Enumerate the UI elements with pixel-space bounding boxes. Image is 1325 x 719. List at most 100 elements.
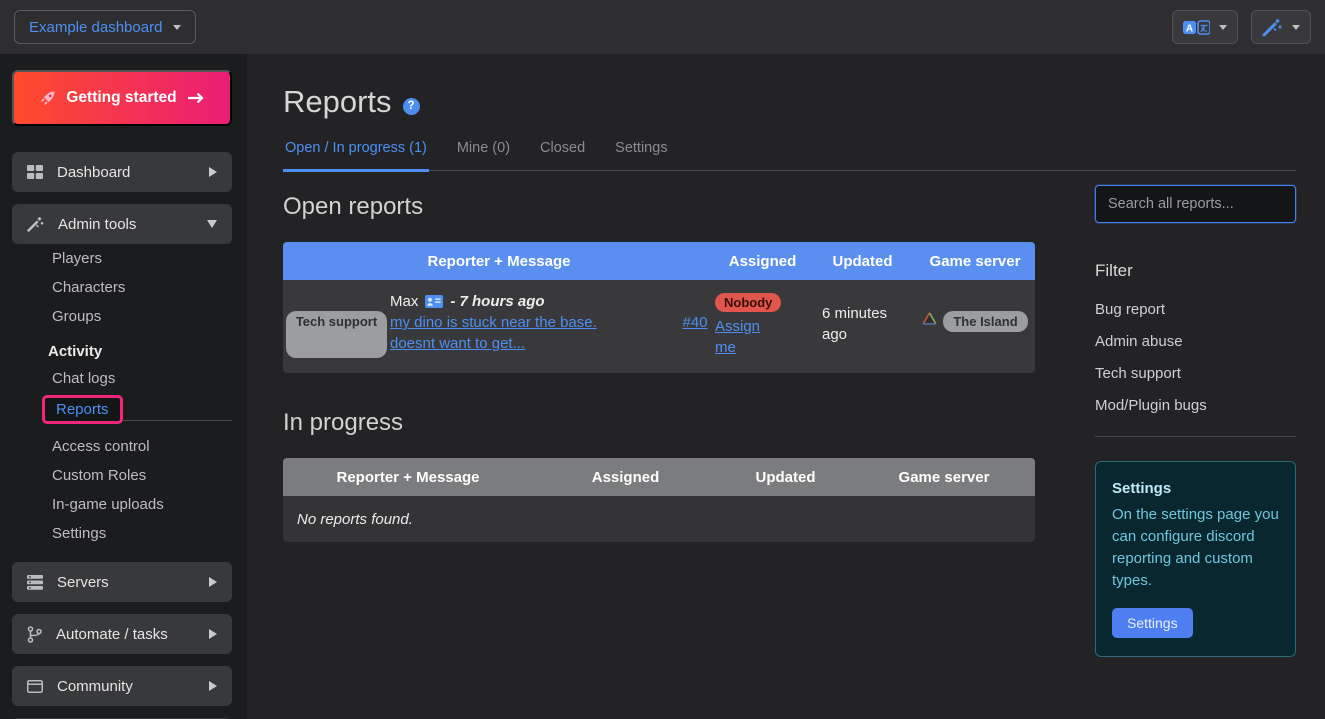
assign-me-link[interactable]: Assign me xyxy=(715,316,767,358)
column-header-assigned: Assigned xyxy=(715,253,810,270)
sidebar-item-label: Admin tools xyxy=(58,216,136,233)
tab-open-in-progress[interactable]: Open / In progress (1) xyxy=(283,140,429,172)
id-card-icon[interactable] xyxy=(425,295,443,308)
sidebar-item-chat-logs[interactable]: Chat logs xyxy=(52,364,232,393)
servers-icon xyxy=(27,575,43,590)
chevron-down-icon xyxy=(207,220,217,228)
topbar: Example dashboard A xyxy=(0,0,1325,54)
sidebar-item-custom-roles[interactable]: Custom Roles xyxy=(52,461,232,490)
sidebar-item-groups[interactable]: Groups xyxy=(52,302,232,331)
chevron-right-icon xyxy=(209,629,217,639)
tab-settings[interactable]: Settings xyxy=(613,140,669,170)
chevron-down-icon xyxy=(173,25,181,30)
settings-box-title: Settings xyxy=(1112,478,1279,500)
sidebar-item-characters[interactable]: Characters xyxy=(52,273,232,302)
chevron-down-icon xyxy=(1292,25,1300,30)
report-time-ago: - 7 hours ago xyxy=(450,293,544,310)
sidebar-item-label: Servers xyxy=(57,574,109,591)
column-header-game-server: Game server xyxy=(915,253,1035,270)
translate-icon: A xyxy=(1183,19,1210,36)
report-row: Tech support Max xyxy=(283,280,1035,373)
sidebar-item-label: Dashboard xyxy=(57,164,130,181)
open-reports-table: Reporter + Message Assigned Updated Game… xyxy=(283,242,1035,373)
sidebar-item-dashboard[interactable]: Dashboard xyxy=(12,152,232,192)
arrow-right-icon xyxy=(187,92,204,104)
sidebar-item-settings[interactable]: Settings xyxy=(52,519,232,548)
no-reports-message: No reports found. xyxy=(283,496,1035,542)
divider xyxy=(1095,436,1296,437)
getting-started-label: Getting started xyxy=(66,89,176,107)
sidebar-item-label: Automate / tasks xyxy=(56,626,168,643)
ark-logo-icon xyxy=(922,312,937,325)
column-header-updated: Updated xyxy=(810,253,915,270)
workspace-selector-label: Example dashboard xyxy=(29,19,162,36)
sidebar-item-label: Community xyxy=(57,678,133,695)
report-message-cell: Max - 7 xyxy=(390,293,675,358)
reports-tabs: Open / In progress (1) Mine (0) Closed S… xyxy=(283,140,1296,171)
sidebar-item-community[interactable]: Community xyxy=(12,666,232,706)
report-id-link[interactable]: #40 xyxy=(682,314,707,331)
sidebar-item-automate-tasks[interactable]: Automate / tasks xyxy=(12,614,232,654)
sidebar-item-access-control[interactable]: Access control xyxy=(52,432,232,461)
column-header-game-server: Game server xyxy=(853,469,1035,486)
sidebar-item-admin-tools[interactable]: Admin tools xyxy=(12,204,232,244)
tab-closed[interactable]: Closed xyxy=(538,140,587,170)
settings-box-body: On the settings page you can configure d… xyxy=(1112,504,1279,592)
sidebar-item-players[interactable]: Players xyxy=(52,244,232,273)
magic-wand-icon xyxy=(1262,18,1283,37)
assigned-nobody-badge: Nobody xyxy=(715,293,781,312)
reports-column: Open reports Reporter + Message Assigned… xyxy=(283,183,1035,657)
filter-tech-support[interactable]: Tech support xyxy=(1095,365,1296,382)
settings-button[interactable]: Settings xyxy=(1112,608,1193,638)
rocket-icon xyxy=(40,90,56,106)
sidebar-item-reports[interactable]: Reports xyxy=(42,395,123,424)
language-selector-button[interactable]: A xyxy=(1172,10,1238,44)
column-header-reporter-message: Reporter + Message xyxy=(283,469,533,486)
chevron-right-icon xyxy=(209,681,217,691)
chevron-right-icon xyxy=(209,577,217,587)
report-message-link[interactable]: my dino is stuck near the base. doesnt w… xyxy=(390,312,640,354)
getting-started-button[interactable]: Getting started xyxy=(12,70,232,126)
search-input[interactable] xyxy=(1095,185,1296,223)
filter-mod-plugin-bugs[interactable]: Mod/Plugin bugs xyxy=(1095,397,1296,414)
column-header-assigned: Assigned xyxy=(533,469,718,486)
report-assigned-cell: Nobody Assign me xyxy=(715,293,810,358)
main-content: Reports ? Open / In progress (1) Mine (0… xyxy=(247,54,1325,719)
sidebar-item-servers[interactable]: Servers xyxy=(12,562,232,602)
game-server-badge[interactable]: The Island xyxy=(943,311,1027,332)
sidebar-section-activity: Activity xyxy=(48,343,232,360)
filter-heading: Filter xyxy=(1095,261,1296,281)
browser-window-icon xyxy=(27,680,43,693)
filter-admin-abuse[interactable]: Admin abuse xyxy=(1095,333,1296,350)
open-reports-heading: Open reports xyxy=(283,193,1035,221)
svg-text:A: A xyxy=(1186,23,1193,34)
reporter-name: Max xyxy=(390,293,418,310)
open-reports-table-header: Reporter + Message Assigned Updated Game… xyxy=(283,242,1035,280)
report-type-cell: Tech support xyxy=(283,293,390,358)
in-progress-table: Reporter + Message Assigned Updated Game… xyxy=(283,458,1035,542)
report-updated-cell: 6 minutes ago xyxy=(810,293,900,358)
tab-mine[interactable]: Mine (0) xyxy=(455,140,512,170)
report-type-badge: Tech support xyxy=(286,311,387,358)
chevron-right-icon xyxy=(209,167,217,177)
column-header-updated: Updated xyxy=(718,469,853,486)
divider xyxy=(123,420,232,421)
magic-wand-icon xyxy=(27,216,44,232)
topbar-actions: A xyxy=(1172,10,1311,44)
report-server-cell: The Island xyxy=(915,293,1035,358)
in-progress-heading: In progress xyxy=(283,409,1035,437)
help-icon[interactable]: ? xyxy=(403,98,420,115)
page-title: Reports xyxy=(283,84,392,120)
sidebar: Getting started Dashboard xyxy=(0,54,247,719)
tools-menu-button[interactable] xyxy=(1251,10,1311,44)
workspace-selector[interactable]: Example dashboard xyxy=(14,10,196,44)
filter-bug-report[interactable]: Bug report xyxy=(1095,301,1296,318)
sidebar-item-reports-row: Reports xyxy=(12,395,232,424)
sidebar-item-ingame-uploads[interactable]: In-game uploads xyxy=(52,490,232,519)
in-progress-table-header: Reporter + Message Assigned Updated Game… xyxy=(283,458,1035,496)
chevron-down-icon xyxy=(1219,25,1227,30)
right-panel: Filter Bug report Admin abuse Tech suppo… xyxy=(1095,183,1296,657)
grid-icon xyxy=(27,165,43,179)
column-header-reporter-message: Reporter + Message xyxy=(283,253,715,270)
branch-icon xyxy=(27,626,42,643)
